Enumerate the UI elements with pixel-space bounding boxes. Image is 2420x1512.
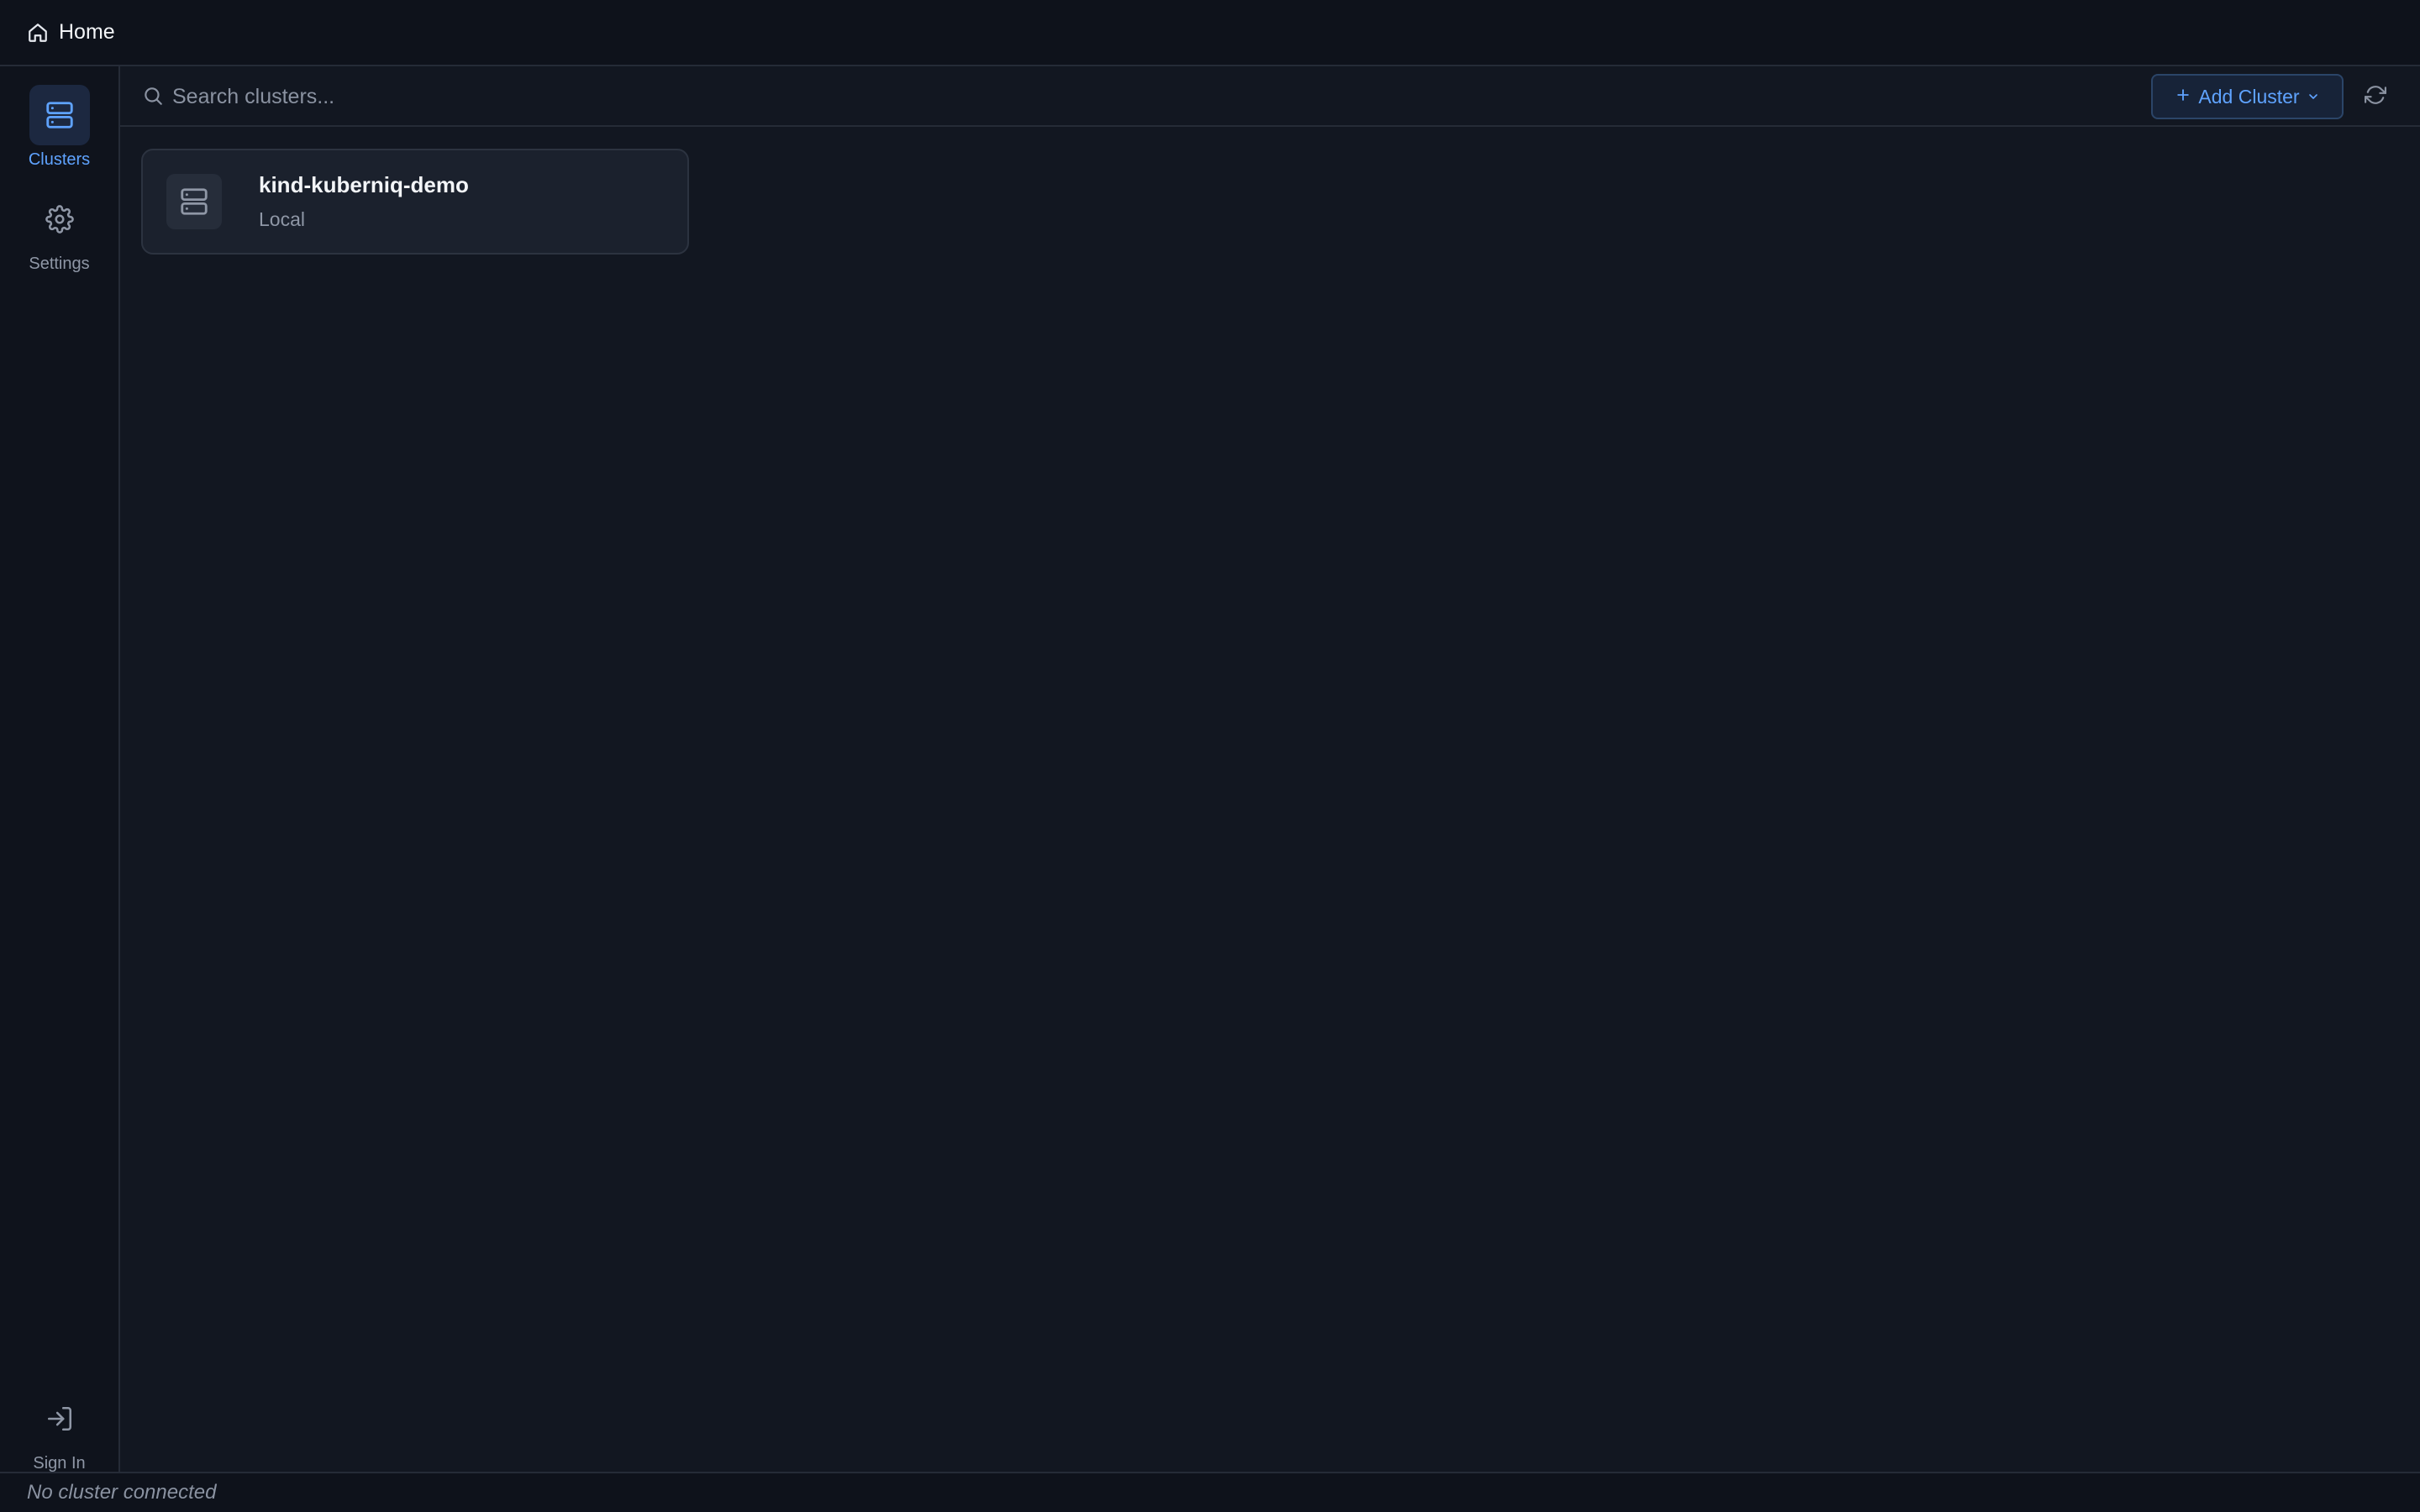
cluster-card[interactable]: kind-kuberniq-demo Local: [141, 149, 689, 255]
plus-icon: [2175, 86, 2191, 108]
refresh-icon: [2365, 84, 2386, 110]
server-icon: [29, 85, 90, 145]
home-icon[interactable]: [25, 20, 50, 45]
server-icon: [166, 174, 222, 229]
search-input[interactable]: [172, 78, 1349, 115]
sidebar-item-label: Clusters: [28, 150, 91, 169]
search-icon: [142, 85, 166, 108]
add-cluster-label: Add Cluster: [2198, 85, 2300, 108]
top-bar: Home: [0, 0, 2420, 66]
home-breadcrumb[interactable]: Home: [59, 20, 115, 45]
status-text: No cluster connected: [27, 1481, 217, 1504]
sidebar-item-settings[interactable]: Settings: [0, 189, 118, 274]
status-bar: No cluster connected: [0, 1472, 2420, 1512]
main-content: Add Cluster: [120, 66, 2420, 1472]
sidebar: Clusters Settings Sign In: [0, 66, 120, 1473]
cluster-name: kind-kuberniq-demo: [259, 172, 469, 197]
sign-in-icon: [29, 1389, 90, 1449]
add-cluster-button[interactable]: Add Cluster: [2151, 74, 2344, 119]
chevron-down-icon: [2307, 86, 2320, 108]
toolbar: Add Cluster: [120, 66, 2420, 127]
sidebar-item-clusters[interactable]: Clusters: [0, 85, 118, 170]
gear-icon: [29, 189, 90, 249]
sidebar-item-sign-in[interactable]: Sign In: [0, 1389, 118, 1473]
refresh-button[interactable]: [2360, 81, 2391, 112]
cluster-type: Local: [259, 208, 305, 230]
sidebar-item-label: Sign In: [33, 1454, 86, 1473]
sidebar-item-label: Settings: [29, 255, 90, 273]
